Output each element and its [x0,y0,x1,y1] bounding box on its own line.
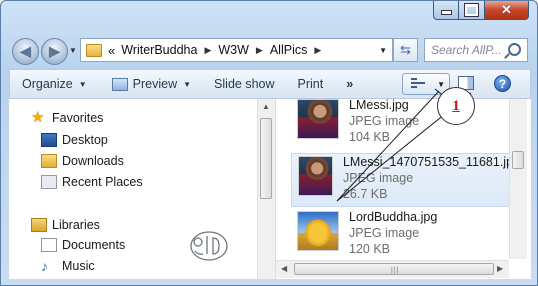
breadcrumb-allpics[interactable]: AllPics [270,43,308,57]
image-thumbnail [298,156,333,196]
search-icon [508,43,521,56]
file-list-scroll-thumb[interactable] [512,151,524,169]
explorer-window: ✕ ◀ ▶ ▼ « WriterBuddha ▶ W3W ▶ AllPics ▶… [0,0,538,286]
address-dropdown-icon[interactable]: ▼ [379,46,387,55]
annotation-number-badge: 1 [437,87,475,125]
nav-label: Desktop [62,133,108,147]
nav-label: Favorites [52,111,104,125]
organize-label: Organize [22,77,73,91]
navigation-pane: ★ Favorites Desktop Downloads Recent Pla… [9,99,276,279]
nav-scroll-thumb[interactable] [260,118,272,199]
print-button[interactable]: Print [284,70,333,98]
horizontal-scrollbar[interactable]: ◀ ||| ▶ [276,260,509,278]
maximize-button[interactable] [459,1,485,20]
nav-scrollbar[interactable]: ▲ [257,99,275,279]
scroll-up-icon[interactable]: ▲ [262,102,270,111]
image-thumbnail [297,211,339,251]
file-item[interactable]: LMessi.jpg JPEG image 104 KB [291,99,521,151]
breadcrumb-overflow[interactable]: « [108,43,115,58]
file-size: 104 KB [349,130,391,144]
back-arrow-icon: ◀ [20,43,31,59]
slideshow-label: Slide show [214,77,275,91]
nav-item-recent-places[interactable]: Recent Places [41,175,143,189]
nav-label: Downloads [62,154,124,168]
scroll-left-icon[interactable]: ◀ [281,264,287,273]
image-thumbnail [297,99,339,139]
breadcrumb-separator[interactable]: ▶ [256,45,263,56]
file-name: LMessi_1470751535_11681.jpg [342,155,520,169]
nav-item-music[interactable]: ♪ Music [41,259,95,273]
maximize-icon [464,3,479,17]
file-type: JPEG image [349,114,420,128]
close-button[interactable]: ✕ [485,1,529,20]
breadcrumb: « WriterBuddha ▶ W3W ▶ AllPics ▶ [108,43,328,58]
nav-item-desktop[interactable]: Desktop [41,133,108,147]
caption-buttons: ✕ [433,1,529,20]
scroll-right-icon[interactable]: ▶ [497,264,503,273]
forward-button[interactable]: ▶ [41,38,68,65]
breadcrumb-writerbuddha[interactable]: WriterBuddha [121,43,197,57]
minimize-icon [440,10,452,15]
nav-label: Music [62,259,95,273]
star-icon: ★ [31,109,45,126]
nav-label: Documents [62,238,126,252]
chevron-down-icon: ▼ [183,79,192,89]
file-name: LMessi.jpg [349,99,409,112]
nav-item-libraries[interactable]: Libraries [31,218,100,232]
organize-button[interactable]: Organize ▼ [10,70,96,98]
file-size: 120 KB [349,242,391,256]
libraries-icon [31,218,47,232]
file-list-scrollbar[interactable] [509,99,527,259]
file-item[interactable]: LordBuddha.jpg JPEG image 120 KB [291,209,521,263]
preview-button[interactable]: Preview ▼ [96,70,200,98]
details-view-icon [411,78,425,90]
minimize-button[interactable] [433,1,459,20]
file-list: LMessi.jpg JPEG image 104 KB LMessi_1470… [276,99,531,279]
breadcrumb-w3w[interactable]: W3W [218,43,249,57]
back-button[interactable]: ◀ [12,38,39,65]
nav-label: Libraries [52,218,100,232]
more-commands-icon: » [346,77,353,91]
file-type: JPEG image [342,171,414,185]
nav-label: Recent Places [62,175,143,189]
documents-icon [41,238,57,252]
refresh-button[interactable]: ⇆ [393,38,418,62]
view-dropdown-icon[interactable]: ▼ [437,80,445,89]
chevron-down-icon: ▼ [78,79,87,89]
address-bar[interactable]: « WriterBuddha ▶ W3W ▶ AllPics ▶ ▼ [80,38,393,62]
print-label: Print [297,77,324,91]
preview-label: Preview [132,77,178,91]
nav-item-documents[interactable]: Documents [41,238,125,252]
recent-places-icon [41,175,57,189]
help-icon[interactable]: ? [494,75,511,92]
file-name: LordBuddha.jpg [349,210,438,224]
nav-item-downloads[interactable]: Downloads [41,154,124,168]
forward-arrow-icon: ▶ [49,43,60,59]
watermark-logo [190,231,228,261]
refresh-icon: ⇆ [400,42,411,57]
slideshow-button[interactable]: Slide show [200,70,283,98]
grip-icon: ||| [391,267,400,274]
preview-icon [111,77,128,91]
more-commands-button[interactable]: » [332,70,361,98]
close-icon: ✕ [501,2,512,17]
music-note-icon: ♪ [41,258,48,274]
file-item-selected[interactable]: LMessi_1470751535_11681.jpg JPEG image 2… [291,153,521,207]
file-type: JPEG image [349,226,420,240]
downloads-folder-icon [41,154,57,168]
search-placeholder[interactable]: Search AllP... [431,43,507,57]
breadcrumb-separator[interactable]: ▶ [314,45,321,56]
horizontal-scroll-thumb[interactable]: ||| [294,263,494,275]
nav-item-favorites[interactable]: ★ Favorites [31,109,104,126]
breadcrumb-separator[interactable]: ▶ [204,45,211,56]
file-size: 26.7 KB [342,187,388,201]
recent-pages-dropdown[interactable]: ▼ [69,46,77,55]
desktop-icon [41,133,57,147]
folder-icon [86,43,102,57]
search-box[interactable]: Search AllP... [424,38,528,62]
